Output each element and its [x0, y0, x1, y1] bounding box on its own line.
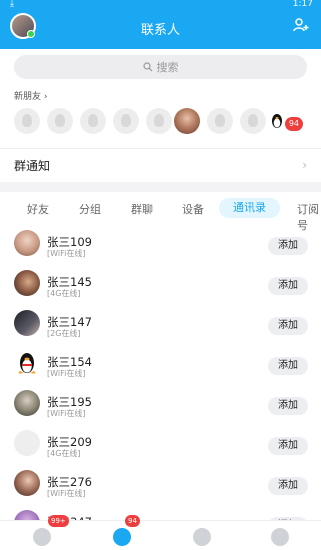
new-friend-avatar[interactable]: [146, 108, 172, 134]
list-item[interactable]: 张三145 [4G在线] 添加: [0, 268, 321, 308]
list-item[interactable]: 张三276 [WiFi在线] 添加: [0, 468, 321, 508]
status-time: 1:17: [292, 0, 313, 9]
tab-address-book[interactable]: 通讯录: [219, 198, 280, 218]
new-friends-link[interactable]: 新朋友 ›: [14, 89, 47, 102]
search-area: 搜索: [0, 49, 321, 81]
avatar: [14, 310, 40, 336]
list-item[interactable]: 张三195 [WiFi在线] 添加: [0, 388, 321, 428]
download-icon: ⤓: [10, 0, 14, 9]
page-title: 联系人: [140, 23, 180, 38]
new-friend-avatar[interactable]: [240, 108, 266, 134]
new-friend-avatar[interactable]: [113, 108, 139, 134]
tab-group-chats[interactable]: 群聊: [131, 201, 153, 217]
add-button[interactable]: 添加: [268, 277, 308, 295]
add-button[interactable]: 添加: [268, 317, 308, 335]
explore-icon: [193, 528, 211, 546]
avatar: [14, 470, 40, 496]
status-bar: ⤓ 1:17: [0, 0, 321, 10]
top-bar: ⤓ 1:17 联系人: [0, 0, 321, 49]
qq-penguin-icon: [272, 114, 282, 128]
add-button[interactable]: 添加: [268, 237, 308, 255]
contact-status: [2G在线]: [47, 329, 81, 338]
contacts-icon: [113, 528, 131, 546]
avatar: [14, 270, 40, 296]
contact-status: [WiFi在线]: [47, 249, 86, 258]
new-friend-avatar[interactable]: [207, 108, 233, 134]
group-notice-item[interactable]: 群通知: [14, 157, 50, 174]
chevron-right-icon: ›: [302, 158, 307, 172]
search-icon: [142, 62, 152, 72]
nav-contacts[interactable]: [110, 525, 134, 549]
nav-moments[interactable]: [268, 525, 292, 549]
contact-status: [WiFi在线]: [47, 489, 86, 498]
search-placeholder: 搜索: [156, 61, 179, 74]
list-item[interactable]: 张三109 [WiFi在线] 添加: [0, 228, 321, 268]
tab-friends[interactable]: 好友: [27, 201, 49, 217]
bottom-nav: 99+ 94: [0, 515, 321, 550]
contact-status: [WiFi在线]: [47, 409, 86, 418]
new-friend-avatar[interactable]: [47, 108, 73, 134]
messages-badge: 99+: [48, 515, 69, 527]
nav-messages[interactable]: [30, 525, 54, 549]
new-friend-avatar[interactable]: [14, 108, 40, 134]
new-friend-avatar[interactable]: [174, 108, 200, 134]
avatar: [14, 430, 40, 456]
add-button[interactable]: 添加: [268, 437, 308, 455]
list-item[interactable]: 张三154 [WiFi在线] 添加: [0, 348, 321, 388]
list-item[interactable]: 张三209 [4G在线] 添加: [0, 428, 321, 468]
contact-status: [4G在线]: [47, 289, 81, 298]
nav-explore[interactable]: [190, 525, 214, 549]
contact-status: [4G在线]: [47, 449, 81, 458]
tab-devices[interactable]: 设备: [182, 201, 204, 217]
section-gap: [0, 182, 321, 192]
add-button[interactable]: 添加: [268, 477, 308, 495]
new-friends-badge: 94: [284, 117, 303, 131]
divider: [0, 148, 321, 149]
avatar: [14, 350, 40, 376]
contact-status: [WiFi在线]: [47, 369, 86, 378]
moments-icon: [271, 528, 289, 546]
new-friend-avatar[interactable]: [80, 108, 106, 134]
avatar: [14, 390, 40, 416]
contacts-tabs: 好友 分组 群聊 设备 通讯录 订阅号: [0, 198, 321, 232]
new-friends-avatars[interactable]: 94: [10, 108, 321, 138]
tab-groups[interactable]: 分组: [79, 201, 101, 217]
contacts-badge: 94: [125, 515, 140, 527]
add-button[interactable]: 添加: [268, 397, 308, 415]
add-button[interactable]: 添加: [268, 357, 308, 375]
qq-penguin-icon: [17, 353, 37, 374]
list-item[interactable]: 张三147 [2G在线] 添加: [0, 308, 321, 348]
avatar: [14, 230, 40, 256]
add-contact-icon[interactable]: [293, 17, 309, 33]
search-input[interactable]: 搜索: [14, 55, 307, 79]
message-icon: [33, 528, 51, 546]
